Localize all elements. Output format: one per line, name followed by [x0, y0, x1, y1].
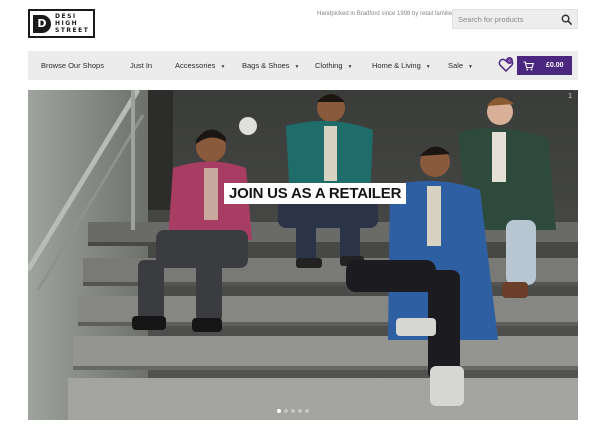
- hero-headline[interactable]: JOIN US AS A RETAILER: [224, 183, 407, 204]
- logo-text: DESI HIGH STREET: [55, 13, 89, 34]
- chevron-down-icon: ▼: [425, 64, 431, 70]
- hero-image: [28, 90, 578, 420]
- site-logo[interactable]: D DESI HIGH STREET: [28, 9, 95, 38]
- nav-item-home-living[interactable]: Home & Living ▼: [372, 51, 431, 80]
- logo-line-3: STREET: [55, 27, 90, 34]
- carousel-dot[interactable]: [277, 409, 281, 413]
- carousel-dot[interactable]: [305, 409, 309, 413]
- nav-label: Just In: [130, 61, 153, 70]
- nav-item-just-in[interactable]: Just In: [130, 51, 152, 80]
- nav-label: Bags & Shoes: [242, 61, 290, 70]
- search-icon[interactable]: [561, 14, 572, 25]
- chevron-down-icon: ▼: [468, 64, 473, 70]
- cart-button[interactable]: £0.00: [517, 56, 572, 75]
- cart-total: £0.00: [546, 62, 564, 69]
- cart-icon: [523, 60, 534, 70]
- nav-item-browse-our-shops[interactable]: Browse Our Shops: [41, 51, 104, 80]
- nav-label: Browse Our Shops: [41, 61, 104, 70]
- nav-item-sale[interactable]: Sale ▼: [448, 51, 473, 80]
- header-tagline: Handpicked in Bradford since 1998 by ret…: [317, 11, 456, 17]
- wishlist-count-badge: 0: [506, 57, 513, 64]
- carousel-dot[interactable]: [291, 409, 295, 413]
- search-input[interactable]: [458, 14, 558, 24]
- nav-label: Accessories: [175, 61, 216, 70]
- carousel-dots: [277, 409, 309, 413]
- nav-item-clothing[interactable]: Clothing ▼: [315, 51, 352, 80]
- nav-item-accessories[interactable]: Accessories ▼: [175, 51, 225, 80]
- chevron-down-icon: ▼: [347, 64, 353, 70]
- nav-label: Clothing: [315, 61, 343, 70]
- logo-line-2: HIGH: [55, 20, 79, 27]
- logo-line-1: DESI: [55, 13, 77, 20]
- nav-item-bags-shoes[interactable]: Bags & Shoes ▼: [242, 51, 299, 80]
- nav-label: Sale: [448, 61, 464, 70]
- carousel-dot[interactable]: [298, 409, 302, 413]
- chevron-down-icon: ▼: [294, 64, 300, 70]
- logo-mark-letter: D: [37, 17, 47, 30]
- logo-mark: D: [33, 14, 51, 33]
- slide-counter: 1: [568, 93, 572, 100]
- hero-banner[interactable]: JOIN US AS A RETAILER 1: [28, 90, 578, 420]
- nav-label: Home & Living: [372, 61, 421, 70]
- chevron-down-icon: ▼: [220, 64, 226, 70]
- search-box: [452, 9, 578, 29]
- main-nav: Browse Our Shops Just In Accessories ▼ Ba…: [28, 51, 578, 80]
- carousel-dot[interactable]: [284, 409, 288, 413]
